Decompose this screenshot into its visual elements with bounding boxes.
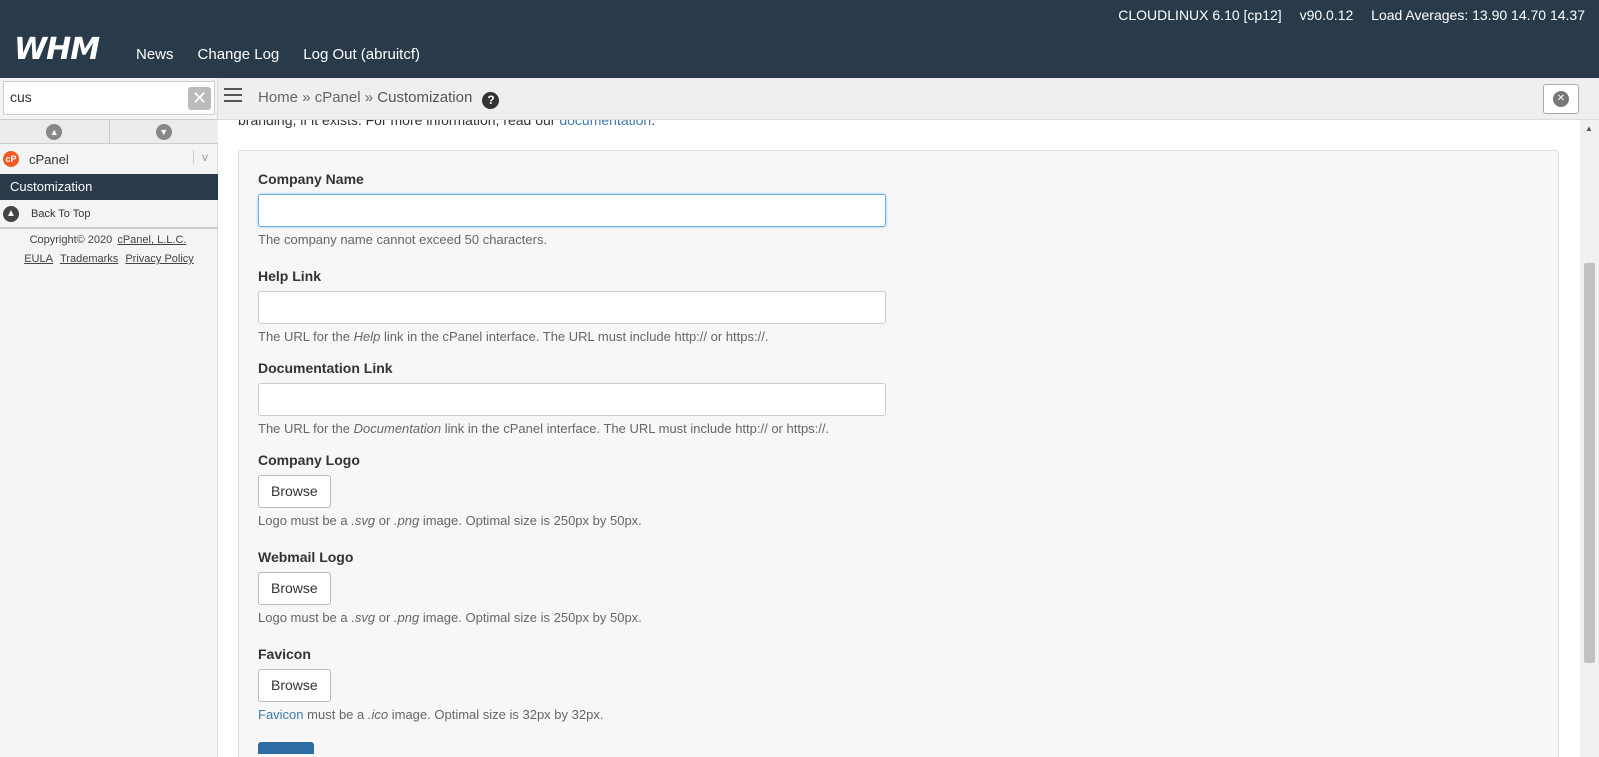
- intro-text: branding, if it exists. For more informa…: [238, 120, 655, 128]
- favicon-label: Favicon: [258, 646, 311, 662]
- breadcrumb-separator: »: [302, 89, 311, 106]
- help-text-em: .svg: [351, 513, 376, 528]
- expand-collapse-row: ▲ ▼: [0, 119, 218, 144]
- cpanel-icon: cP: [3, 151, 19, 167]
- company-name-input[interactable]: [258, 194, 886, 227]
- breadcrumb-cpanel[interactable]: cPanel: [315, 89, 361, 106]
- webmail-logo-help: Logo must be a .svg or .png image. Optim…: [258, 610, 642, 625]
- help-link-input[interactable]: [258, 291, 886, 324]
- os-version: CLOUDLINUX 6.10 [cp12]: [1118, 7, 1282, 23]
- help-text: Logo must be a: [258, 610, 348, 625]
- documentation-link[interactable]: documentation: [559, 120, 651, 128]
- favicon-info-link[interactable]: Favicon: [258, 707, 304, 722]
- help-text-em: Help: [353, 329, 381, 344]
- whm-version: v90.0.12: [1299, 7, 1354, 23]
- help-link-label: Help Link: [258, 268, 322, 284]
- back-to-top[interactable]: ▲ Back To Top: [0, 201, 218, 229]
- news-link[interactable]: News: [136, 46, 174, 63]
- help-text-em: .ico: [367, 707, 389, 722]
- documentation-link-help: The URL for the Documentation link in th…: [258, 421, 886, 436]
- collapse-all-button[interactable]: ▲: [0, 120, 110, 143]
- company-name-field: Company Name The company name cannot exc…: [258, 171, 886, 247]
- help-text: link in the cPanel interface. The URL mu…: [444, 421, 830, 436]
- back-to-top-label: Back To Top: [31, 208, 91, 220]
- scrollbar-thumb[interactable]: [1584, 263, 1595, 663]
- company-logo-browse-button[interactable]: Browse: [258, 475, 331, 508]
- documentation-link-input[interactable]: [258, 383, 886, 416]
- save-button[interactable]: [258, 742, 314, 754]
- webmail-logo-label: Webmail Logo: [258, 549, 354, 565]
- help-text: link in the cPanel interface. The URL mu…: [384, 329, 769, 344]
- breadcrumb: Home » cPanel » Customization ?: [258, 89, 500, 109]
- help-text-em: Documentation: [353, 421, 442, 436]
- category-label: cPanel: [29, 151, 69, 167]
- close-button[interactable]: ✕: [1543, 84, 1579, 114]
- favicon-field: Favicon Browse Favicon must be a .ico im…: [258, 646, 603, 722]
- arrow-down-icon: ▼: [155, 123, 172, 140]
- sidebar-search: ✕: [3, 81, 215, 115]
- help-text: image. Optimal size is 250px by 50px.: [422, 610, 642, 625]
- cpanel-llc-link[interactable]: cPanel, L.L.C.: [117, 234, 186, 246]
- eula-link[interactable]: EULA: [24, 253, 53, 265]
- system-info: CLOUDLINUX 6.10 [cp12] v90.0.12 Load Ave…: [1104, 7, 1585, 23]
- help-text-em: .png: [393, 513, 420, 528]
- favicon-help: Favicon must be a .ico image. Optimal si…: [258, 707, 603, 722]
- breadcrumb-bar: Home » cPanel » Customization ? ✕: [218, 78, 1599, 120]
- documentation-link-field: Documentation Link The URL for the Docum…: [258, 360, 886, 436]
- help-text: image. Optimal size is 250px by 50px.: [422, 513, 642, 528]
- breadcrumb-current: Customization: [377, 89, 473, 106]
- company-name-label: Company Name: [258, 171, 364, 187]
- sidebar: ✕ ▲ ▼ cP cPanel v Customization ▲ Back T…: [0, 78, 218, 757]
- help-text: or: [378, 513, 391, 528]
- privacy-policy-link[interactable]: Privacy Policy: [125, 253, 193, 265]
- help-text-em: .png: [393, 610, 420, 625]
- intro-body: branding, if it exists. For more informa…: [238, 120, 556, 128]
- company-logo-label: Company Logo: [258, 452, 360, 468]
- sidebar-footer: Copyright© 2020 cPanel, L.L.C. EULA Trad…: [0, 231, 218, 269]
- top-header: CLOUDLINUX 6.10 [cp12] v90.0.12 Load Ave…: [0, 0, 1599, 78]
- chevron-down-icon[interactable]: v: [193, 150, 208, 164]
- help-link-field: Help Link The URL for the Help link in t…: [258, 268, 886, 344]
- whm-logo[interactable]: WHM: [14, 32, 100, 67]
- close-icon: ✕: [1553, 91, 1569, 107]
- webmail-logo-browse-button[interactable]: Browse: [258, 572, 331, 605]
- company-logo-help: Logo must be a .svg or .png image. Optim…: [258, 513, 642, 528]
- search-input[interactable]: [4, 82, 174, 112]
- company-logo-field: Company Logo Browse Logo must be a .svg …: [258, 452, 642, 528]
- copyright-text: Copyright© 2020: [29, 234, 113, 246]
- help-text: The URL for the: [258, 421, 351, 436]
- page-scrollbar[interactable]: ▲: [1580, 120, 1599, 757]
- help-text: Logo must be a: [258, 513, 348, 528]
- customization-form: Company Name The company name cannot exc…: [238, 150, 1559, 757]
- documentation-link-label: Documentation Link: [258, 360, 393, 376]
- load-averages: Load Averages: 13.90 14.70 14.37: [1371, 7, 1585, 23]
- main-content: branding, if it exists. For more informa…: [218, 120, 1580, 757]
- help-text: or: [378, 610, 391, 625]
- arrow-up-circle-icon: ▲: [3, 206, 19, 222]
- change-log-link[interactable]: Change Log: [198, 46, 280, 63]
- arrow-up-icon: ▲: [46, 123, 63, 140]
- trademarks-link[interactable]: Trademarks: [60, 253, 118, 265]
- expand-all-button[interactable]: ▼: [110, 120, 219, 143]
- clear-search-icon[interactable]: ✕: [188, 87, 211, 110]
- logout-link[interactable]: Log Out (abruitcf): [303, 46, 420, 63]
- sidebar-item-customization[interactable]: Customization: [0, 174, 218, 200]
- breadcrumb-separator: »: [364, 89, 374, 106]
- help-text: The URL for the: [258, 329, 351, 344]
- company-name-help: The company name cannot exceed 50 charac…: [258, 232, 548, 247]
- collapse-menu-icon[interactable]: [224, 88, 242, 104]
- help-text: must be a: [307, 707, 365, 722]
- help-text-em: .svg: [351, 610, 376, 625]
- top-nav: News Change Log Log Out (abruitcf): [136, 46, 444, 63]
- intro-period: .: [651, 120, 656, 128]
- favicon-browse-button[interactable]: Browse: [258, 669, 331, 702]
- sidebar-category-cpanel[interactable]: cP cPanel v: [0, 145, 218, 173]
- help-link-help: The URL for the Help link in the cPanel …: [258, 329, 886, 344]
- scroll-up-icon[interactable]: ▲: [1585, 124, 1593, 133]
- help-icon[interactable]: ?: [482, 92, 500, 109]
- help-text: image. Optimal size is 32px by 32px.: [391, 707, 604, 722]
- webmail-logo-field: Webmail Logo Browse Logo must be a .svg …: [258, 549, 642, 625]
- breadcrumb-home[interactable]: Home: [258, 89, 298, 106]
